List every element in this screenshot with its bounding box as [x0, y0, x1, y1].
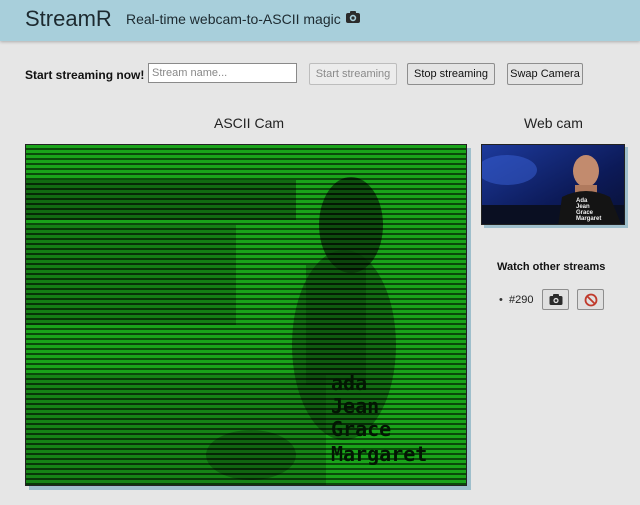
person-head [573, 155, 599, 187]
stream-id: #290 [509, 294, 534, 306]
app-tagline: Real-time webcam-to-ASCII magic [126, 11, 341, 27]
ascii-shirt-text-1: ada [331, 371, 367, 395]
ascii-cam-label: ASCII Cam [214, 115, 285, 131]
ascii-shirt-text-4: Margaret [331, 442, 427, 466]
webcam-shirt-text-4: Margaret [576, 216, 601, 222]
block-stream-button[interactable] [577, 289, 604, 310]
start-streaming-button[interactable]: Start streaming [309, 63, 397, 85]
ascii-shirt-text-2: Jean [331, 394, 379, 418]
webcam-label: Web cam [524, 115, 583, 131]
swap-camera-button[interactable]: Swap Camera [507, 63, 583, 85]
webcam-view: Ada Jean Grace Margaret [481, 144, 625, 225]
ascii-dark-band [26, 180, 296, 220]
toolbar-label: Start streaming now! [25, 68, 145, 82]
prohibited-icon [584, 293, 598, 307]
ascii-arm-shape [306, 265, 366, 385]
stop-streaming-button[interactable]: Stop streaming [407, 63, 495, 85]
ascii-shirt-text-3: Grace [331, 417, 391, 441]
stream-bullet: • [499, 294, 503, 306]
camera-icon [549, 294, 563, 305]
ascii-dark-band [26, 225, 236, 325]
ascii-cam-view: ada Jean Grace Margaret [25, 144, 467, 486]
ascii-cam-render: ada Jean Grace Margaret [26, 177, 427, 485]
app-header: StreamR Real-time webcam-to-ASCII magic [0, 0, 640, 41]
stream-name-input[interactable] [148, 63, 297, 83]
watch-stream-button[interactable] [542, 289, 569, 310]
camera-icon [346, 11, 360, 23]
app-title: StreamR [25, 6, 112, 31]
ascii-hand-shape [206, 430, 296, 480]
other-streams-title: Watch other streams [497, 261, 606, 273]
webcam-image: Ada Jean Grace Margaret [482, 145, 624, 224]
